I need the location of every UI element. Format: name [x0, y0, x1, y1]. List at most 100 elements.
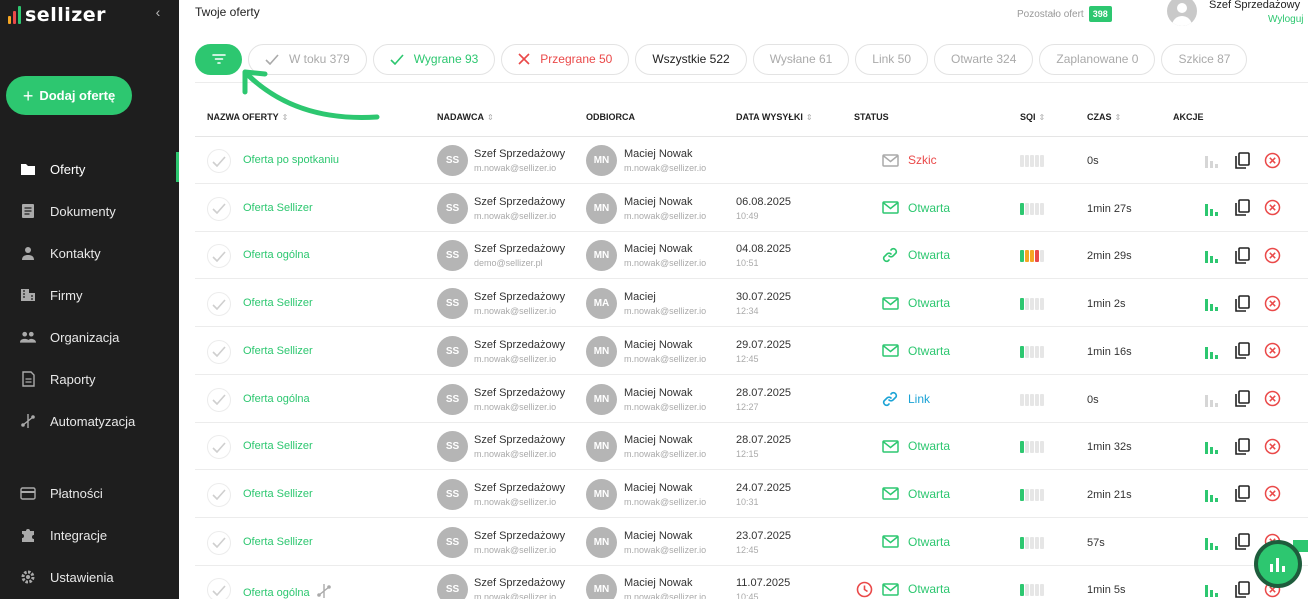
offer-name-link[interactable]: Oferta ogólna — [243, 249, 310, 261]
copy-icon[interactable] — [1233, 151, 1251, 169]
copy-icon[interactable] — [1233, 294, 1251, 312]
bar-chart-icon[interactable] — [1203, 437, 1221, 455]
delete-circle-icon[interactable] — [1263, 342, 1281, 360]
bar-chart-icon[interactable] — [1203, 485, 1221, 503]
delete-circle-icon[interactable] — [1263, 294, 1281, 312]
bar-chart-icon[interactable] — [1203, 580, 1221, 598]
column-sender[interactable]: NADAWCA ⇕ — [437, 112, 494, 122]
row-checkbox[interactable] — [207, 435, 231, 460]
row-checkbox[interactable] — [207, 244, 231, 269]
row-checkbox[interactable] — [207, 149, 231, 173]
sellizer-logo[interactable]: sellizer — [8, 2, 106, 28]
filter-chip[interactable]: Wysłane 61 — [752, 43, 850, 75]
sidebar-item-kontakty[interactable]: Kontakty — [0, 232, 179, 274]
folder-icon — [20, 161, 36, 177]
filter-chip[interactable]: Wygrane 93 — [372, 43, 496, 75]
analytics-fab-button[interactable] — [1254, 540, 1302, 588]
offer-name-link[interactable]: Oferta Sellizer — [243, 488, 313, 500]
table-row[interactable]: Oferta Sellizer SS Szef Sprzedażowy m.nowak… — [195, 471, 1308, 518]
copy-icon[interactable] — [1233, 199, 1251, 217]
column-sqi[interactable]: SQI ⇕ — [1020, 112, 1045, 122]
offer-name-link[interactable]: Oferta Sellizer — [243, 536, 313, 548]
sort-icon: ⇕ — [1038, 113, 1046, 122]
offer-name-link[interactable]: Oferta Sellizer — [243, 440, 313, 452]
column-recipient: ODBIORCA — [586, 112, 635, 122]
filter-chip[interactable]: Wszystkie 522 — [635, 43, 747, 75]
sidebar-item-dokumenty[interactable]: Dokumenty — [0, 190, 179, 232]
row-checkbox[interactable] — [207, 482, 231, 507]
filter-chip[interactable]: Link 50 — [855, 43, 928, 75]
sqi-bar — [1020, 345, 1024, 358]
offer-name-link[interactable]: Oferta Sellizer — [243, 297, 313, 309]
logout-link[interactable]: Wyloguj — [1268, 14, 1303, 25]
filter-chip[interactable]: Szkice 87 — [1161, 43, 1248, 75]
bar-chart-icon[interactable] — [1203, 151, 1221, 169]
table-row[interactable]: Oferta ogólna SS Szef Sprzedażowy demo@sell… — [195, 232, 1308, 280]
chevron-left-icon[interactable]: ‹ — [150, 4, 166, 20]
copy-icon[interactable] — [1233, 485, 1251, 503]
add-offer-button[interactable]: + Dodaj ofertę — [6, 76, 132, 115]
sender-name: Szef Sprzedażowy — [474, 291, 566, 304]
table-row[interactable]: Oferta Sellizer SS Szef Sprzedażowy m.nowak… — [195, 280, 1308, 328]
sidebar-item-p-atno-ci[interactable]: Płatności — [0, 472, 179, 514]
user-avatar[interactable] — [1167, 0, 1197, 26]
delete-circle-icon[interactable] — [1263, 151, 1281, 169]
recipient-name: Maciej Nowak — [624, 481, 693, 494]
offer-name-link[interactable]: Oferta ogólna — [243, 583, 332, 599]
copy-icon[interactable] — [1233, 533, 1251, 551]
building-icon — [20, 287, 36, 303]
copy-icon[interactable] — [1233, 390, 1251, 408]
bar-chart-icon[interactable] — [1203, 199, 1221, 217]
logo-bars-icon — [8, 6, 21, 24]
table-row[interactable]: Oferta ogólna SS Szef Sprzedażowy m.nowak@s… — [195, 376, 1308, 423]
delete-circle-icon[interactable] — [1263, 199, 1281, 217]
bar-chart-icon[interactable] — [1203, 390, 1221, 408]
table-row[interactable]: Oferta Sellizer SS Szef Sprzedażowy m.nowak… — [195, 519, 1308, 566]
table-row[interactable]: Oferta Sellizer SS Szef Sprzedażowy m.nowak… — [195, 185, 1308, 232]
offer-name-link[interactable]: Oferta po spotkaniu — [243, 154, 339, 166]
table-row[interactable]: Oferta Sellizer SS Szef Sprzedażowy m.nowak… — [195, 328, 1308, 375]
column-name[interactable]: NAZWA OFERTY ⇕ — [207, 112, 288, 122]
view-duration: 1min 32s — [1087, 441, 1132, 454]
row-checkbox[interactable] — [207, 530, 231, 555]
row-checkbox[interactable] — [207, 339, 231, 364]
copy-icon[interactable] — [1233, 580, 1251, 598]
sidebar-item-firmy[interactable]: Firmy — [0, 274, 179, 316]
sidebar-item-raporty[interactable]: Raporty — [0, 358, 179, 400]
recipient-avatar: MA — [586, 288, 617, 320]
bar-chart-icon[interactable] — [1203, 533, 1221, 551]
delete-circle-icon[interactable] — [1263, 437, 1281, 455]
filter-chip[interactable]: Przegrane 50 — [501, 43, 630, 75]
delete-circle-icon[interactable] — [1263, 485, 1281, 503]
sidebar-item-oferty[interactable]: Oferty — [0, 148, 179, 190]
sidebar-item-ustawienia[interactable]: Ustawienia — [0, 556, 179, 598]
delete-circle-icon[interactable] — [1263, 390, 1281, 408]
status-label: Otwarta — [908, 343, 951, 358]
sidebar-item-organizacja[interactable]: Organizacja — [0, 316, 179, 358]
filter-chip[interactable]: Zaplanowane 0 — [1039, 43, 1156, 75]
offer-name-link[interactable]: Oferta ogólna — [243, 393, 310, 405]
sqi-bar — [1030, 345, 1034, 358]
row-checkbox[interactable] — [207, 196, 231, 221]
row-checkbox[interactable] — [207, 578, 231, 599]
copy-icon[interactable] — [1233, 246, 1251, 264]
row-checkbox[interactable] — [207, 292, 231, 317]
bar-chart-icon[interactable] — [1203, 294, 1221, 312]
offer-name-link[interactable]: Oferta Sellizer — [243, 345, 313, 357]
bar-chart-icon[interactable] — [1203, 342, 1221, 360]
sqi-bar — [1030, 393, 1034, 406]
table-row[interactable]: Oferta ogólna SS Szef Sprzedażowy m.nowak@s… — [195, 566, 1308, 599]
bar-chart-icon[interactable] — [1203, 246, 1221, 264]
delete-circle-icon[interactable] — [1263, 246, 1281, 264]
filter-chip[interactable]: Otwarte 324 — [934, 43, 1034, 75]
table-row[interactable]: Oferta po spotkaniu SS Szef Sprzedażowy m.n… — [195, 137, 1308, 184]
copy-icon[interactable] — [1233, 437, 1251, 455]
copy-icon[interactable] — [1233, 342, 1251, 360]
table-row[interactable]: Oferta Sellizer SS Szef Sprzedażowy m.nowak… — [195, 423, 1308, 471]
column-sent-date[interactable]: DATA WYSYŁKI ⇕ — [736, 112, 813, 122]
column-time[interactable]: CZAS ⇕ — [1087, 112, 1121, 122]
row-checkbox[interactable] — [207, 387, 231, 412]
sidebar-item-integracje[interactable]: Integracje — [0, 514, 179, 556]
sidebar-item-automatyzacja[interactable]: Automatyzacja — [0, 400, 179, 442]
offer-name-link[interactable]: Oferta Sellizer — [243, 202, 313, 214]
